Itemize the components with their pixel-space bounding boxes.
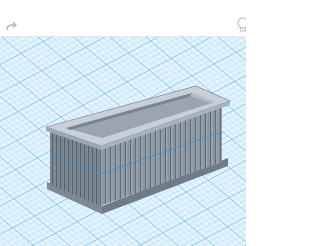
redo-arrow-icon[interactable] — [4, 19, 18, 33]
lightbulb-icon[interactable] — [236, 16, 246, 34]
workplane-canvas[interactable] — [0, 36, 246, 246]
toolbar — [0, 0, 246, 37]
tinkercad-editor — [0, 0, 246, 246]
3d-viewport[interactable] — [0, 36, 246, 246]
